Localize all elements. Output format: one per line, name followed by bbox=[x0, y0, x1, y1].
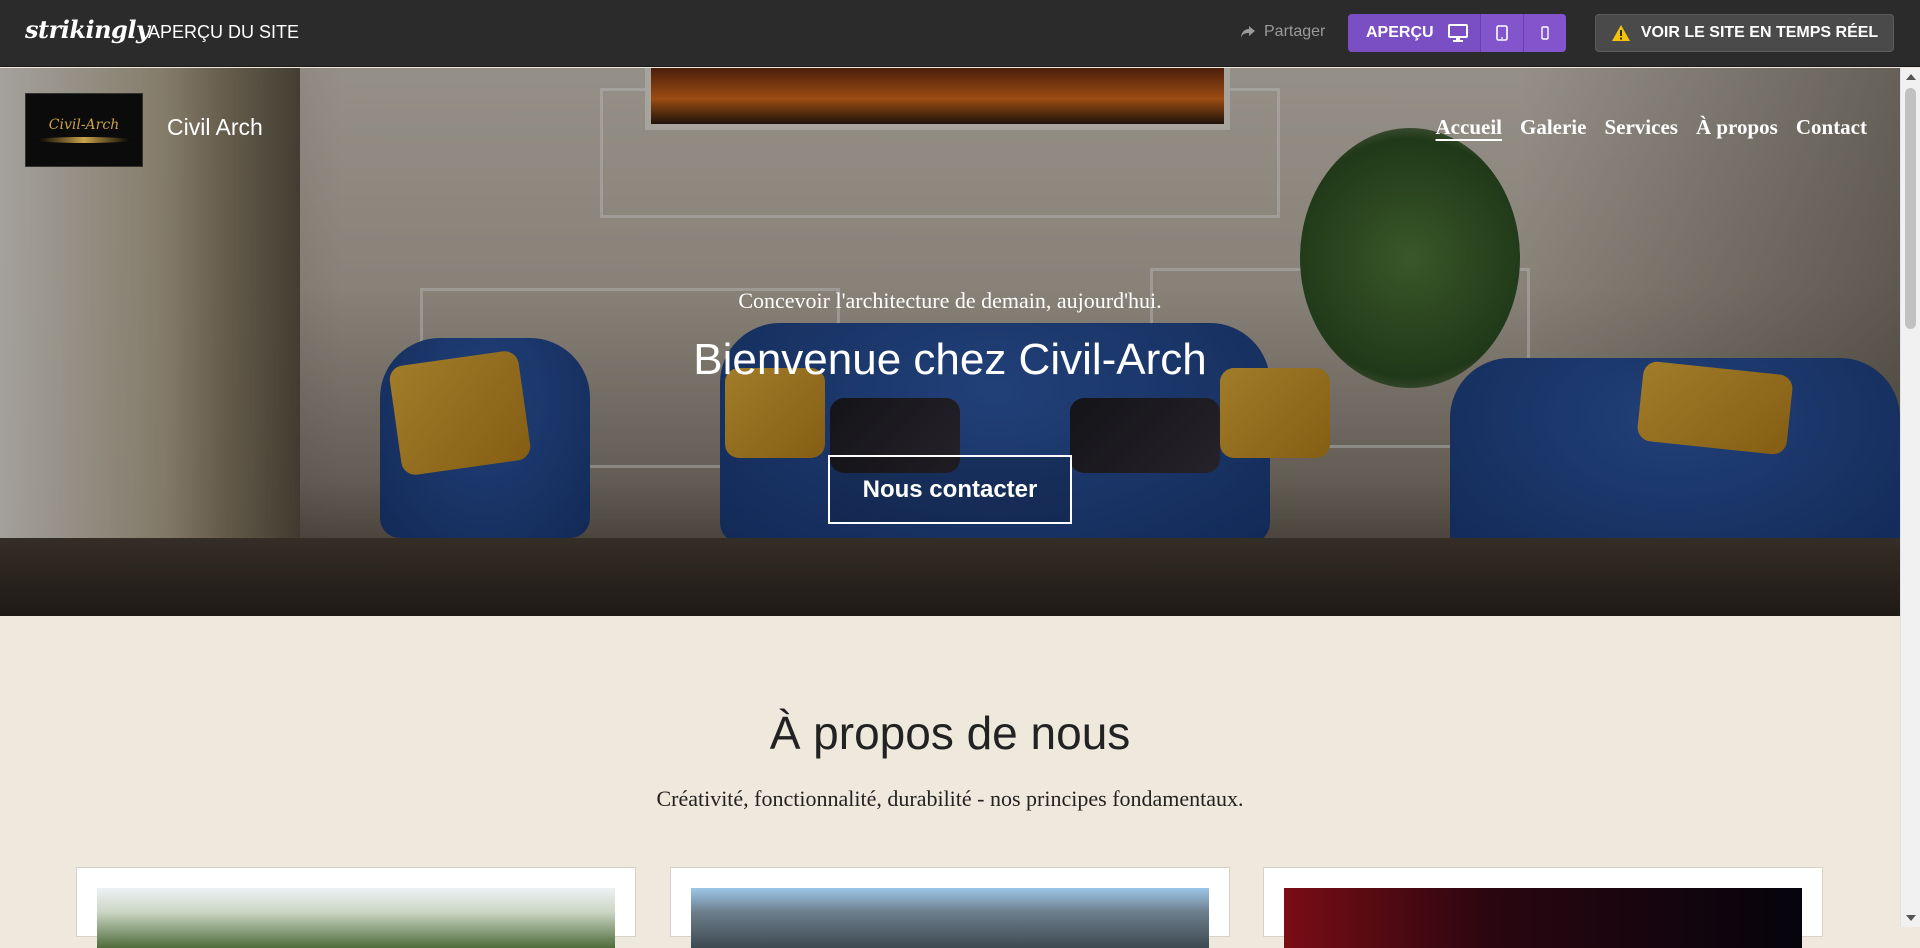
device-preview-switcher: APERÇU bbox=[1348, 14, 1566, 52]
scroll-down-icon[interactable] bbox=[1906, 915, 1916, 921]
about-title: À propos de nous bbox=[769, 707, 1131, 759]
card-image-palms bbox=[97, 888, 615, 948]
desktop-preview-button[interactable]: APERÇU bbox=[1348, 14, 1480, 52]
contact-cta-button[interactable]: Nous contacter bbox=[828, 455, 1072, 524]
site-nav: Accueil Galerie Services À propos Contac… bbox=[1436, 115, 1867, 140]
mobile-preview-button[interactable] bbox=[1522, 14, 1566, 52]
page-scrollbar[interactable] bbox=[1900, 68, 1920, 927]
hero-section: Concevoir l'architecture de demain, aujo… bbox=[0, 68, 1900, 616]
nav-link-a-propos[interactable]: À propos bbox=[1696, 115, 1778, 140]
nav-link-galerie[interactable]: Galerie bbox=[1520, 115, 1586, 140]
live-site-label: VOIR LE SITE EN TEMPS RÉEL bbox=[1640, 24, 1879, 41]
nav-link-accueil[interactable]: Accueil bbox=[1436, 115, 1502, 140]
site-name[interactable]: Civil Arch bbox=[167, 114, 263, 141]
view-live-site-button[interactable]: VOIR LE SITE EN TEMPS RÉEL bbox=[1595, 14, 1894, 52]
nav-link-services[interactable]: Services bbox=[1604, 115, 1677, 140]
site-logo-text: Civil-Arch bbox=[48, 117, 120, 133]
preview-label: APERÇU bbox=[1366, 24, 1434, 41]
tablet-preview-button[interactable] bbox=[1479, 14, 1523, 52]
about-subtitle: Créativité, fonctionnalité, durabilité -… bbox=[656, 786, 1244, 811]
card-image-building bbox=[691, 888, 1209, 948]
scrollbar-thumb[interactable] bbox=[1905, 88, 1916, 329]
share-label: Partager bbox=[1264, 23, 1326, 40]
preview-title: APERÇU DU SITE bbox=[148, 22, 300, 42]
hero-tagline: Concevoir l'architecture de demain, aujo… bbox=[738, 288, 1162, 313]
tablet-icon bbox=[1495, 25, 1508, 41]
mobile-icon bbox=[1540, 26, 1549, 40]
warning-icon bbox=[1611, 25, 1630, 41]
nav-link-contact[interactable]: Contact bbox=[1796, 115, 1867, 140]
strikingly-logo[interactable]: strikingly bbox=[25, 15, 150, 44]
logo-swoosh bbox=[36, 137, 132, 143]
share-button[interactable]: Partager bbox=[1240, 23, 1325, 41]
share-icon bbox=[1241, 26, 1255, 38]
hero-title: Bienvenue chez Civil-Arch bbox=[693, 335, 1207, 384]
card-image-dark bbox=[1284, 888, 1802, 948]
editor-toolbar: strikingly APERÇU DU SITE Partager APERÇ… bbox=[0, 0, 1920, 67]
site-logo[interactable]: Civil-Arch bbox=[25, 93, 143, 167]
desktop-icon bbox=[1447, 24, 1468, 42]
scroll-up-icon[interactable] bbox=[1906, 74, 1916, 80]
